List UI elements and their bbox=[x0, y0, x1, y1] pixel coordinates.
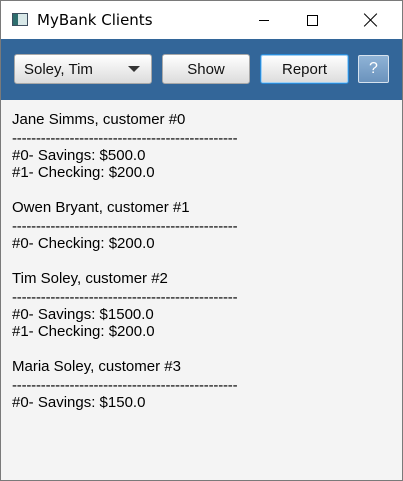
help-button[interactable]: ? bbox=[358, 55, 389, 83]
account-line: #1- Checking: $200.0 bbox=[12, 323, 155, 340]
chevron-down-icon bbox=[128, 66, 140, 72]
app-window: MyBank Clients Soley, Tim Show Report ? … bbox=[0, 0, 403, 481]
minimize-icon bbox=[259, 19, 269, 21]
separator-line: ----------------------------------------… bbox=[12, 218, 238, 235]
client-header: Jane Simms, customer #0 bbox=[12, 111, 186, 128]
minimize-button[interactable] bbox=[241, 1, 287, 39]
window-title: MyBank Clients bbox=[37, 11, 153, 29]
toolbar: Soley, Tim Show Report ? bbox=[1, 39, 402, 100]
client-header: Owen Bryant, customer #1 bbox=[12, 199, 190, 216]
client-header: Tim Soley, customer #2 bbox=[12, 270, 168, 287]
client-block: Tim Soley, customer #2 -----------------… bbox=[12, 270, 402, 340]
client-block: Jane Simms, customer #0 ----------------… bbox=[12, 111, 402, 181]
app-icon bbox=[12, 13, 28, 26]
client-select-value: Soley, Tim bbox=[24, 60, 93, 78]
close-button[interactable] bbox=[348, 1, 394, 39]
account-line: #0- Savings: $1500.0 bbox=[12, 306, 154, 323]
account-line: #1- Checking: $200.0 bbox=[12, 164, 155, 181]
client-header: Maria Soley, customer #3 bbox=[12, 358, 181, 375]
account-line: #0- Savings: $500.0 bbox=[12, 147, 146, 164]
show-button[interactable]: Show bbox=[162, 54, 250, 84]
close-icon bbox=[364, 13, 378, 27]
maximize-button[interactable] bbox=[289, 1, 335, 39]
client-select[interactable]: Soley, Tim bbox=[14, 54, 152, 84]
separator-line: ----------------------------------------… bbox=[12, 130, 238, 147]
account-line: #0- Savings: $150.0 bbox=[12, 394, 146, 411]
separator-line: ----------------------------------------… bbox=[12, 377, 238, 394]
report-button[interactable]: Report bbox=[260, 54, 349, 84]
maximize-icon bbox=[306, 14, 318, 26]
account-line: #0- Checking: $200.0 bbox=[12, 235, 155, 252]
client-block: Owen Bryant, customer #1 ---------------… bbox=[12, 199, 402, 252]
separator-line: ----------------------------------------… bbox=[12, 289, 238, 306]
title-bar[interactable]: MyBank Clients bbox=[1, 1, 402, 39]
client-block: Maria Soley, customer #3 ---------------… bbox=[12, 358, 402, 411]
report-output: Jane Simms, customer #0 ----------------… bbox=[1, 100, 402, 480]
